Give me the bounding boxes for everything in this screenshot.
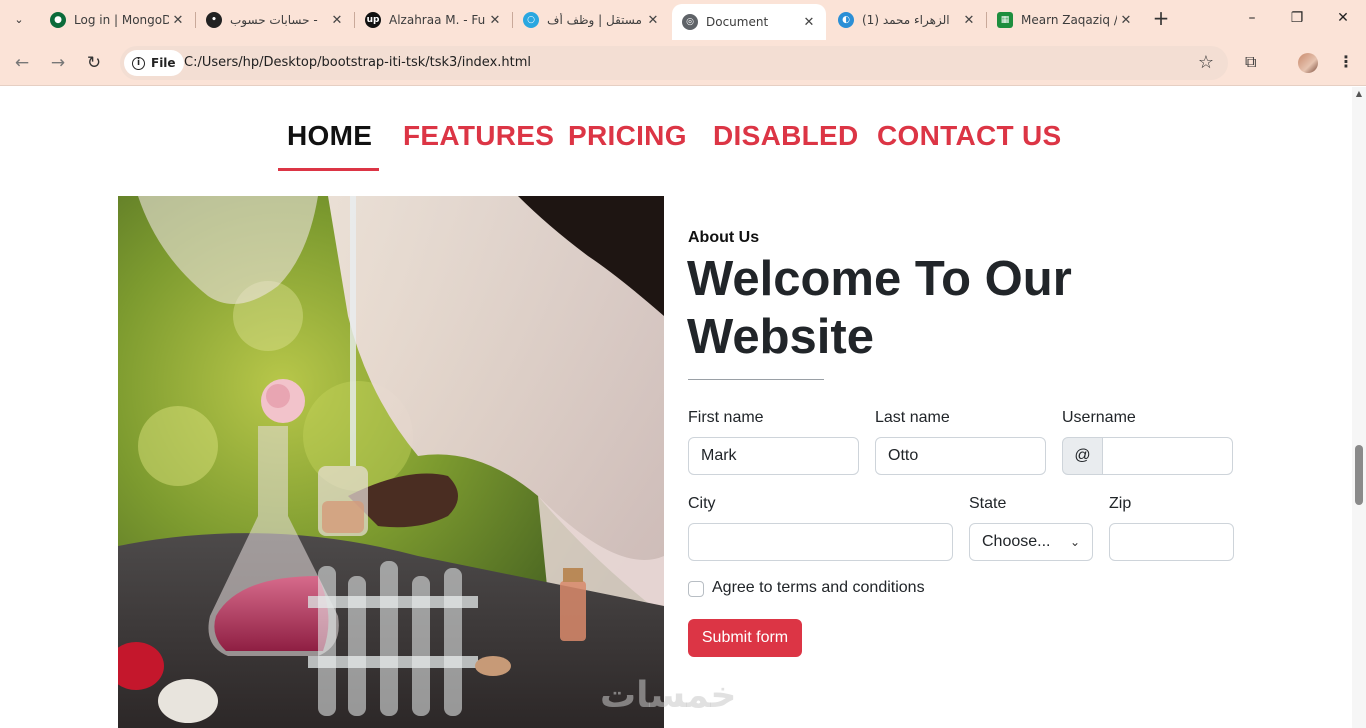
tab-document-active[interactable]: ◎ Document ✕ <box>672 4 826 40</box>
username-input[interactable] <box>1102 437 1233 475</box>
agree-label[interactable]: Agree to terms and conditions <box>712 579 925 597</box>
city-label: City <box>688 495 716 512</box>
tab-title: Mearn Zaqaziq / <box>1021 13 1117 27</box>
nav-pricing[interactable]: PRICING <box>568 120 687 152</box>
browser-tab-bar: ⌄ ● Log in | MongoD ✕ • حسابات حسوب - ✕ … <box>0 0 1366 40</box>
tab-hsoub[interactable]: • حسابات حسوب - ✕ <box>196 0 354 40</box>
zip-label: Zip <box>1109 495 1132 512</box>
sheets-icon: ▦ <box>997 12 1013 28</box>
minimize-icon[interactable]: – <box>1242 10 1262 26</box>
last-name-label: Last name <box>875 409 950 426</box>
reload-icon[interactable]: ↻ <box>82 52 106 74</box>
address-bar[interactable]: i File C:/Users/hp/Desktop/bootstrap-iti… <box>120 46 1228 80</box>
mostaql-icon: ○ <box>523 12 539 28</box>
heading-divider <box>688 379 824 380</box>
mongodb-leaf-icon: ● <box>50 12 66 28</box>
upwork-icon: up <box>365 12 381 28</box>
profile-avatar[interactable] <box>1298 53 1318 73</box>
first-name-input[interactable]: Mark <box>688 437 859 475</box>
lab-photo <box>118 196 664 728</box>
tab-search-chevron-icon[interactable]: ⌄ <box>6 6 32 32</box>
window-close-icon[interactable]: ✕ <box>1333 10 1353 26</box>
at-sign-prefix: @ <box>1062 437 1103 475</box>
bookmark-star-icon[interactable]: ☆ <box>1198 52 1214 73</box>
agree-checkbox[interactable] <box>688 581 704 597</box>
tab-mostaql[interactable]: ○ مستقل | وظف أف ✕ <box>513 0 670 40</box>
tab-upwork[interactable]: up Alzahraa M. - Fu ✕ <box>355 0 512 40</box>
tab-khamsat[interactable]: ◐ (1) الزهراء محمد ✕ <box>828 0 986 40</box>
info-icon: i <box>132 56 145 70</box>
hsoub-icon: • <box>206 12 222 28</box>
restore-icon[interactable]: ❐ <box>1287 10 1307 26</box>
city-input[interactable] <box>688 523 953 561</box>
tab-mongodb[interactable]: ● Log in | MongoD ✕ <box>40 0 195 40</box>
site-info-label: File <box>151 56 176 70</box>
browser-toolbar: ← → ↻ i File C:/Users/hp/Desktop/bootstr… <box>0 40 1366 86</box>
scroll-up-arrow-icon[interactable]: ▲ <box>1352 89 1366 98</box>
state-label: State <box>969 495 1007 512</box>
tab-title: Log in | MongoD <box>74 13 169 27</box>
site-info-chip[interactable]: i File <box>124 50 184 76</box>
tab-title: حسابات حسوب - <box>230 13 318 27</box>
page-heading: Welcome To Our Website <box>687 250 1247 366</box>
tab-sheets[interactable]: ▦ Mearn Zaqaziq / ✕ <box>987 0 1143 40</box>
more-menu-icon[interactable]: ⋮ <box>1338 52 1354 71</box>
close-icon[interactable]: ✕ <box>169 13 187 28</box>
section-eyebrow: About Us <box>688 229 760 246</box>
active-nav-underline <box>278 168 379 171</box>
globe-icon: ◎ <box>682 14 698 30</box>
close-icon[interactable]: ✕ <box>960 13 978 28</box>
last-name-input[interactable]: Otto <box>875 437 1046 475</box>
tab-title: Alzahraa M. - Fu <box>389 13 486 27</box>
tab-title: مستقل | وظف أف <box>547 13 642 27</box>
forward-arrow-icon[interactable]: → <box>46 52 70 74</box>
url-text[interactable]: C:/Users/hp/Desktop/bootstrap-iti-tsk/ts… <box>184 55 531 70</box>
page-scrollbar[interactable]: ▲ <box>1352 87 1366 728</box>
close-icon[interactable]: ✕ <box>800 15 818 30</box>
state-select[interactable]: Choose... ⌄ <box>969 523 1093 561</box>
submit-button[interactable]: Submit form <box>688 619 802 657</box>
first-name-label: First name <box>688 409 764 426</box>
tab-title: Document <box>706 15 769 29</box>
watermark-logo: خمسات <box>600 675 737 716</box>
close-icon[interactable]: ✕ <box>1117 13 1135 28</box>
username-label: Username <box>1062 409 1136 426</box>
close-icon[interactable]: ✕ <box>486 13 504 28</box>
nav-contact-us[interactable]: CONTACT US <box>877 120 1061 152</box>
nav-features[interactable]: FEATURES <box>403 120 554 152</box>
heading-line: Website <box>687 310 874 364</box>
main-nav: HOME FEATURES PRICING DISABLED CONTACT U… <box>0 120 1352 174</box>
state-selected-value: Choose... <box>982 533 1051 550</box>
nav-home[interactable]: HOME <box>287 120 372 152</box>
close-icon[interactable]: ✕ <box>644 13 662 28</box>
tab-title: (1) الزهراء محمد <box>862 13 950 27</box>
chevron-down-icon: ⌄ <box>1069 535 1080 549</box>
khamsat-icon: ◐ <box>838 12 854 28</box>
new-tab-plus-icon[interactable]: + <box>1150 8 1172 30</box>
extensions-puzzle-icon[interactable]: ⧉ <box>1245 52 1256 72</box>
close-icon[interactable]: ✕ <box>328 13 346 28</box>
nav-disabled: DISABLED <box>713 120 859 151</box>
heading-line: Welcome To Our <box>687 252 1072 306</box>
back-arrow-icon[interactable]: ← <box>10 52 34 74</box>
zip-input[interactable] <box>1109 523 1234 561</box>
scrollbar-thumb[interactable] <box>1355 445 1363 505</box>
page-viewport: HOME FEATURES PRICING DISABLED CONTACT U… <box>0 87 1352 728</box>
